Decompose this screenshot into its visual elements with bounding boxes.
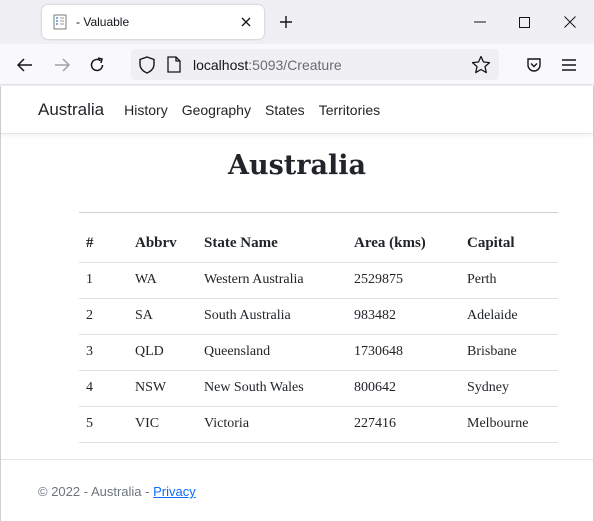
maximize-icon[interactable] bbox=[514, 12, 534, 32]
table-row: 1 WA Western Australia 2529875 Perth bbox=[79, 262, 558, 299]
table-cell: Adelaide bbox=[460, 298, 558, 335]
menu-icon[interactable] bbox=[558, 54, 580, 76]
site-brand[interactable]: Australia bbox=[38, 100, 104, 120]
pocket-icon[interactable] bbox=[523, 54, 545, 76]
site-footer: © 2022 - Australia - Privacy bbox=[1, 459, 593, 521]
table-row: 2 SA South Australia 983482 Adelaide bbox=[79, 298, 558, 335]
table-cell: Melbourne bbox=[460, 406, 558, 443]
column-header: # bbox=[79, 226, 128, 263]
main-content: Australia # Abbrv State Name Area (kms) … bbox=[1, 150, 593, 443]
tab-title: - Valuable bbox=[76, 15, 130, 29]
table-row: 5 VIC Victoria 227416 Melbourne bbox=[79, 406, 558, 443]
table-cell: Western Australia bbox=[197, 262, 347, 299]
page-icon bbox=[52, 14, 68, 30]
site-navbar: Australia History Geography States Terri… bbox=[1, 86, 593, 134]
nav-link-history[interactable]: History bbox=[124, 102, 168, 118]
table-cell: Perth bbox=[460, 262, 558, 299]
forward-arrow-icon[interactable] bbox=[51, 54, 73, 76]
table-cell: Queensland bbox=[197, 334, 347, 371]
star-icon[interactable] bbox=[471, 55, 491, 75]
web-page: Australia History Geography States Terri… bbox=[0, 86, 594, 521]
table-cell: Victoria bbox=[197, 406, 347, 443]
browser-toolbar: localhost:5093/Creature bbox=[0, 44, 594, 85]
minimize-icon[interactable] bbox=[470, 12, 490, 32]
close-tab-icon[interactable] bbox=[238, 14, 254, 30]
table-cell: Sydney bbox=[460, 370, 558, 407]
column-header: Capital bbox=[460, 226, 558, 263]
column-header: State Name bbox=[197, 226, 347, 263]
table-cell: Brisbane bbox=[460, 334, 558, 371]
table-cell: VIC bbox=[128, 406, 197, 443]
browser-tab[interactable]: - Valuable bbox=[42, 5, 264, 39]
table-cell: 983482 bbox=[347, 298, 460, 335]
url-host: localhost bbox=[193, 57, 249, 73]
table-cell: 2529875 bbox=[347, 262, 460, 299]
table-cell: 227416 bbox=[347, 406, 460, 443]
table-cell: 2 bbox=[79, 298, 128, 335]
table-cell: 1 bbox=[79, 262, 128, 299]
table-cell: 4 bbox=[79, 370, 128, 407]
table-cell: 5 bbox=[79, 406, 128, 443]
table-row: 3 QLD Queensland 1730648 Brisbane bbox=[79, 334, 558, 371]
table-cell: NSW bbox=[128, 370, 197, 407]
table-row: 4 NSW New South Wales 800642 Sydney bbox=[79, 370, 558, 407]
table-cell: South Australia bbox=[197, 298, 347, 335]
page-title: Australia bbox=[228, 150, 366, 181]
table-cell: 1730648 bbox=[347, 334, 460, 371]
copyright-text: © 2022 - Australia - bbox=[38, 484, 154, 499]
nav-link-states[interactable]: States bbox=[265, 102, 305, 118]
table-cell: 3 bbox=[79, 334, 128, 371]
footer-text: © 2022 - Australia - Privacy bbox=[38, 484, 196, 499]
new-tab-button[interactable] bbox=[276, 12, 296, 32]
nav-link-geography[interactable]: Geography bbox=[182, 102, 251, 118]
table-cell: 800642 bbox=[347, 370, 460, 407]
table-cell: QLD bbox=[128, 334, 197, 371]
url-bar[interactable]: localhost:5093/Creature bbox=[131, 49, 499, 80]
table-cell: SA bbox=[128, 298, 197, 335]
url-path: :5093/Creature bbox=[248, 57, 342, 73]
reload-icon[interactable] bbox=[86, 54, 108, 76]
table-header-row: # Abbrv State Name Area (kms) Capital bbox=[79, 226, 558, 263]
page-info-icon[interactable] bbox=[167, 56, 183, 74]
column-header: Area (kms) bbox=[347, 226, 460, 263]
table-cell: New South Wales bbox=[197, 370, 347, 407]
divider bbox=[79, 212, 558, 213]
states-table: # Abbrv State Name Area (kms) Capital 1 … bbox=[79, 226, 558, 443]
privacy-link[interactable]: Privacy bbox=[153, 484, 196, 499]
nav-link-territories[interactable]: Territories bbox=[319, 102, 380, 118]
column-header: Abbrv bbox=[128, 226, 197, 263]
back-arrow-icon[interactable] bbox=[14, 54, 36, 76]
window-close-icon[interactable] bbox=[560, 12, 580, 32]
url-text[interactable]: localhost:5093/Creature bbox=[193, 57, 342, 73]
shield-icon[interactable] bbox=[139, 56, 157, 74]
table-cell: WA bbox=[128, 262, 197, 299]
browser-tab-bar: - Valuable bbox=[0, 0, 594, 44]
